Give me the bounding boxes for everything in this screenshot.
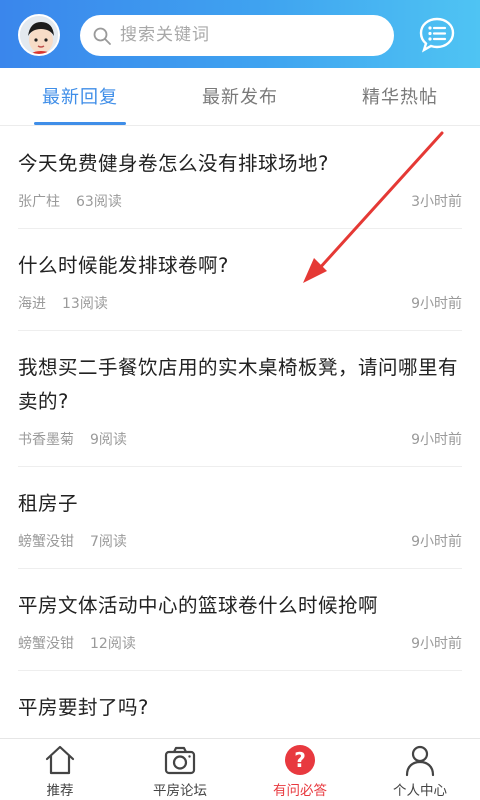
post-title[interactable]: 租房子 [18, 487, 466, 521]
nav-qa[interactable]: ? 有问必答 [240, 739, 360, 800]
message-button[interactable] [418, 16, 456, 54]
tab-latest-post[interactable]: 最新发布 [180, 68, 300, 126]
post-title[interactable]: 平房要封了吗? [18, 691, 466, 725]
user-avatar[interactable] [18, 14, 60, 56]
post-meta: 螃蟹没钳 12阅读 9小时前 [18, 633, 462, 653]
post-read-count: 63阅读 [76, 194, 122, 210]
post-read-count: 9阅读 [90, 432, 127, 448]
nav-recommend[interactable]: 推荐 [0, 739, 120, 800]
post-item[interactable]: 什么时候能发排球卷啊? 海进 13阅读 9小时前 [0, 229, 480, 331]
post-time: 9小时前 [411, 296, 462, 312]
post-time: 9小时前 [411, 432, 462, 448]
post-meta: 张广柱 63阅读 3小时前 [18, 191, 462, 211]
post-author: 螃蟹没钳 [18, 534, 74, 550]
post-time: 9小时前 [411, 636, 462, 652]
post-item[interactable]: 平房要封了吗? [0, 671, 480, 738]
post-author: 张广柱 [18, 194, 60, 210]
search-icon [93, 27, 111, 45]
bottom-navigation: 推荐 平房论坛 ? 有问必答 个人中心 [0, 738, 480, 800]
post-title[interactable]: 什么时候能发排球卷啊? [18, 249, 466, 283]
post-title[interactable]: 我想买二手餐饮店用的实木桌椅板凳，请问哪里有卖的? [18, 351, 466, 419]
post-author: 海进 [18, 296, 46, 312]
svg-text:?: ? [294, 748, 306, 772]
post-author: 螃蟹没钳 [18, 636, 74, 652]
user-icon [405, 745, 435, 777]
question-icon: ? [285, 745, 315, 775]
post-title[interactable]: 今天免费健身卷怎么没有排球场地? [18, 147, 466, 181]
post-item[interactable]: 今天免费健身卷怎么没有排球场地? 张广柱 63阅读 3小时前 [0, 127, 480, 229]
post-author: 书香墨菊 [18, 432, 74, 448]
nav-label: 有问必答 [273, 783, 327, 799]
post-read-count: 13阅读 [62, 296, 108, 312]
nav-profile[interactable]: 个人中心 [360, 739, 480, 800]
top-header: 搜索关键词 [0, 0, 480, 68]
nav-label: 平房论坛 [153, 783, 207, 799]
message-list-icon [419, 17, 455, 53]
post-read-count: 12阅读 [90, 636, 136, 652]
active-tab-indicator [34, 122, 126, 125]
nav-label: 推荐 [46, 783, 74, 799]
home-icon [45, 745, 75, 775]
search-placeholder: 搜索关键词 [120, 25, 210, 45]
search-input[interactable]: 搜索关键词 [80, 15, 394, 56]
tab-bar: 最新回复 最新发布 精华热帖 [0, 68, 480, 126]
nav-label: 个人中心 [393, 783, 447, 799]
post-item[interactable]: 平房文体活动中心的篮球卷什么时候抢啊 螃蟹没钳 12阅读 9小时前 [0, 569, 480, 671]
tab-latest-reply[interactable]: 最新回复 [20, 68, 140, 126]
post-item[interactable]: 租房子 螃蟹没钳 7阅读 9小时前 [0, 467, 480, 569]
post-time: 9小时前 [411, 534, 462, 550]
post-time: 3小时前 [411, 194, 462, 210]
post-meta: 螃蟹没钳 7阅读 9小时前 [18, 531, 462, 551]
post-title[interactable]: 平房文体活动中心的篮球卷什么时候抢啊 [18, 589, 466, 623]
camera-icon [164, 746, 196, 775]
post-item[interactable]: 我想买二手餐饮店用的实木桌椅板凳，请问哪里有卖的? 书香墨菊 9阅读 9小时前 [0, 331, 480, 467]
post-meta: 海进 13阅读 9小时前 [18, 293, 462, 313]
tab-featured[interactable]: 精华热帖 [340, 68, 460, 126]
post-read-count: 7阅读 [90, 534, 127, 550]
post-meta: 书香墨菊 9阅读 9小时前 [18, 429, 462, 449]
nav-forum[interactable]: 平房论坛 [120, 739, 240, 800]
